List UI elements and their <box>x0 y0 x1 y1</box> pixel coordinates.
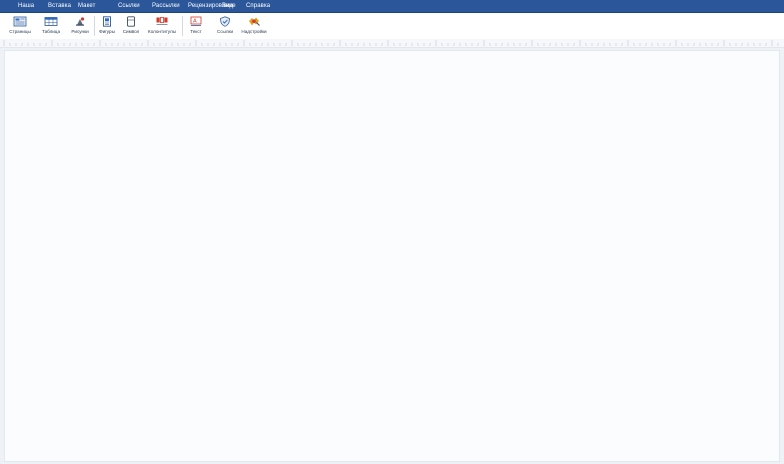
ribbon-label-header-footer: Колонтитулы <box>148 29 176 34</box>
menu-item-insert[interactable]: Вставка <box>48 0 71 13</box>
document-area <box>0 48 784 464</box>
table-icon <box>44 17 58 26</box>
ribbon-label-pictures: Рисунки <box>71 29 89 34</box>
ribbon-label-addins: Надстройки <box>241 29 267 34</box>
menu-item-view[interactable]: Вид <box>222 0 233 13</box>
document-page[interactable] <box>4 50 780 462</box>
ribbon-label-links: Ссылки <box>216 29 234 34</box>
ribbon-button-pictures[interactable]: Рисунки <box>68 14 92 38</box>
shield-link-icon <box>220 16 230 27</box>
ribbon-button-pages[interactable]: Страницы <box>3 14 37 38</box>
page-layout-icon <box>13 16 27 27</box>
ribbon-button-links[interactable]: Ссылки <box>212 14 238 38</box>
addins-icon <box>249 17 260 26</box>
shapes-icon <box>103 16 111 27</box>
ribbon-separator <box>182 16 183 36</box>
menu-item-file[interactable]: Наша <box>18 0 34 13</box>
ribbon-label-shapes: Фигуры <box>99 29 115 34</box>
textbox-icon: A <box>190 16 202 26</box>
ribbon-button-table[interactable]: Таблица <box>38 14 64 38</box>
ribbon-button-addins[interactable]: Надстройки <box>240 14 268 38</box>
menu-item-mailings[interactable]: Рассылки <box>152 0 180 13</box>
ribbon-label-textbox: Текст <box>190 29 202 34</box>
menu-item-help[interactable]: Справка <box>246 0 270 13</box>
ribbon-label-symbol: Символ <box>122 29 140 34</box>
ribbon-button-shapes[interactable]: Фигуры <box>96 14 118 38</box>
ribbon-label-pages: Страницы <box>9 29 31 34</box>
menu-bar: Наша Вставка Макет Ссылки Рассылки Рецен… <box>0 0 784 13</box>
ribbon-button-symbol[interactable]: Символ <box>120 14 142 38</box>
header-footer-icon <box>156 17 168 25</box>
picture-icon <box>76 17 85 26</box>
ruler-ticks <box>3 40 779 46</box>
ribbon-toolbar: Страницы Таблица Рисунки Фигуры Символ К… <box>0 13 784 40</box>
menu-item-layout[interactable]: Макет <box>78 0 95 13</box>
document-icon <box>127 16 135 27</box>
ribbon-separator <box>94 16 95 36</box>
ribbon-button-textbox[interactable]: A Текст <box>184 14 208 38</box>
svg-text:A: A <box>193 19 197 25</box>
ribbon-label-table: Таблица <box>41 29 60 34</box>
menu-item-references[interactable]: Ссылки <box>118 0 140 13</box>
horizontal-ruler[interactable] <box>0 39 784 48</box>
ribbon-button-header-footer[interactable]: Колонтитулы <box>144 14 180 38</box>
